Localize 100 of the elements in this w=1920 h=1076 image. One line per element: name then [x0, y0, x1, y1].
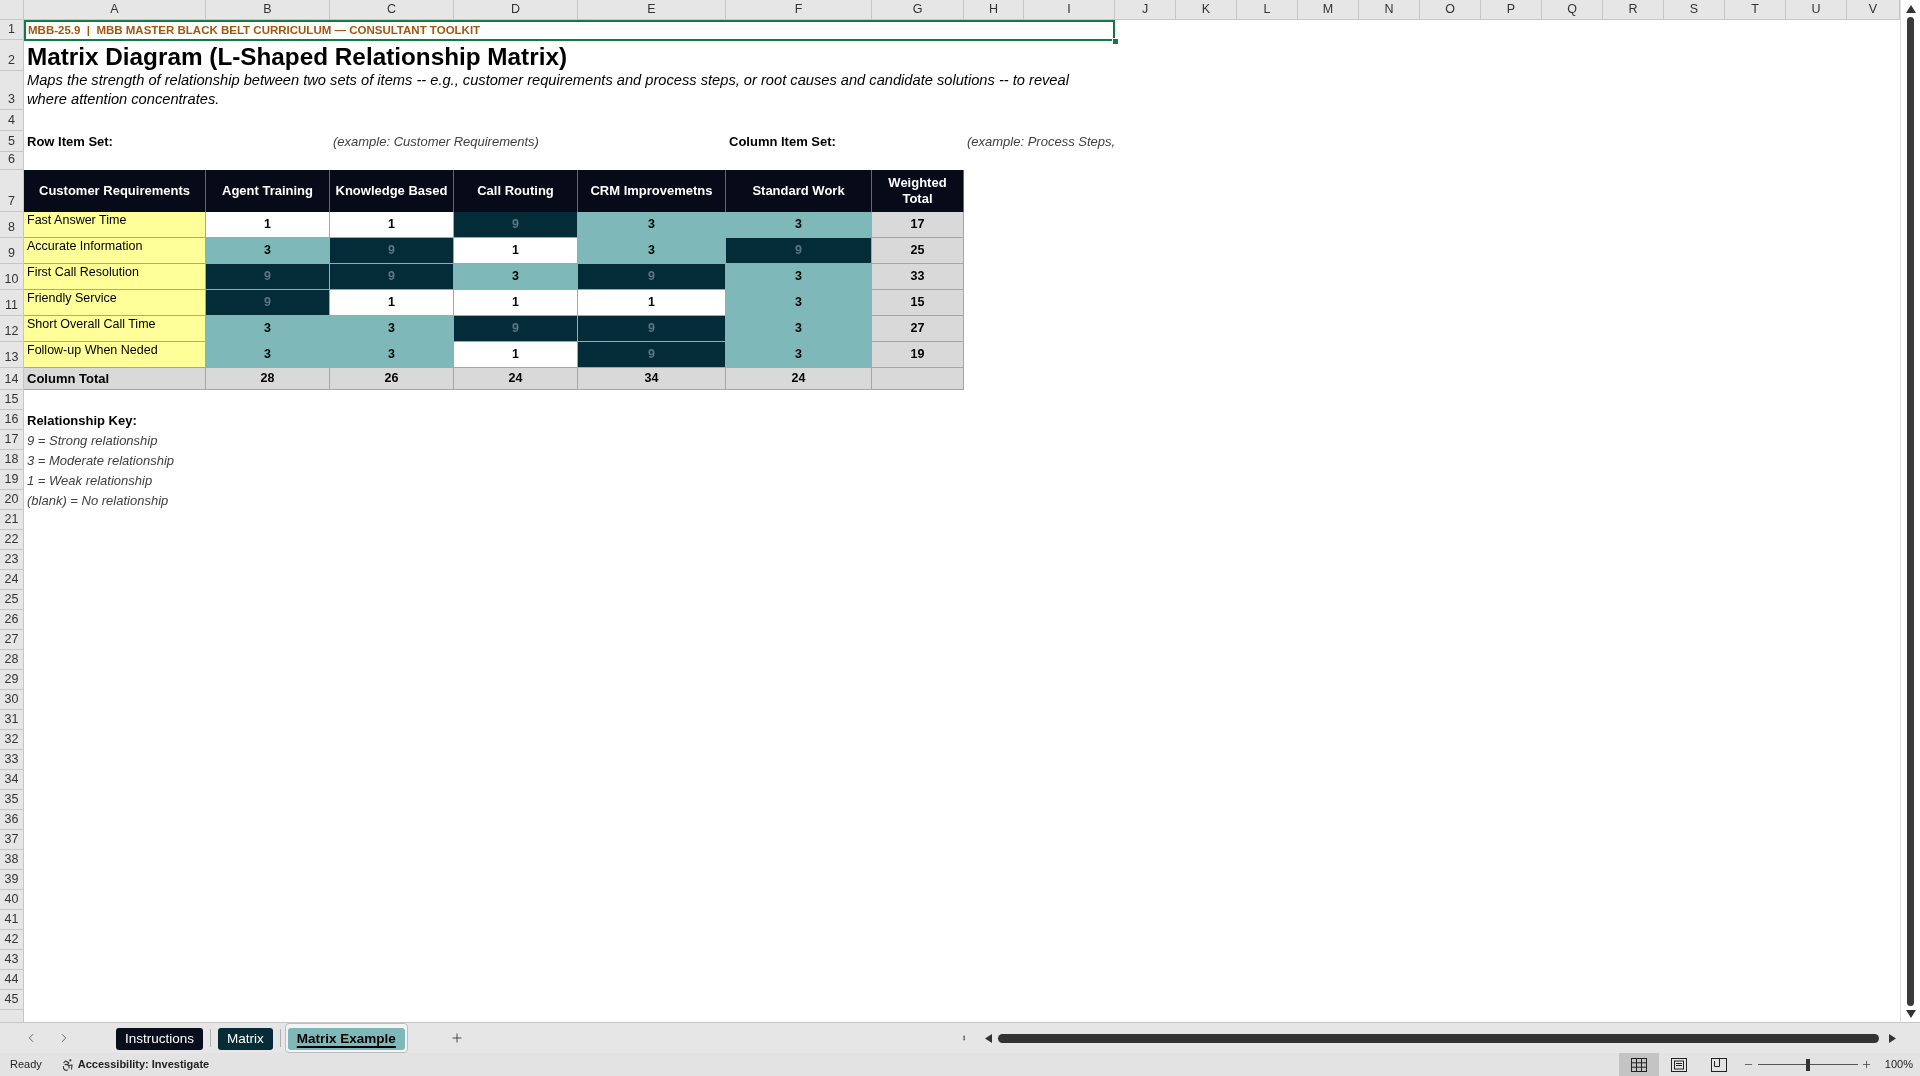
row-header[interactable]: 29 [0, 670, 24, 690]
row-header[interactable]: 16 [0, 410, 24, 430]
column-header[interactable]: E [578, 0, 726, 19]
column-header[interactable]: F [726, 0, 872, 19]
row-header[interactable]: 20 [0, 490, 24, 510]
column-header[interactable]: N [1359, 0, 1420, 19]
column-header[interactable]: U [1786, 0, 1847, 19]
table-cell: 1 [454, 290, 578, 316]
sheet-tab[interactable]: Instructions [116, 1028, 204, 1050]
column-header[interactable]: D [454, 0, 578, 19]
row-header[interactable]: 6 [0, 152, 24, 170]
plus-icon [449, 1031, 464, 1045]
column-header[interactable]: K [1176, 0, 1237, 19]
table-cell: 25 [872, 238, 964, 264]
column-header[interactable]: C [330, 0, 454, 19]
row-header[interactable]: 2 [0, 40, 24, 71]
row-header[interactable]: 11 [0, 290, 24, 316]
row-header[interactable]: 3 [0, 71, 24, 110]
row-header[interactable]: 31 [0, 710, 24, 730]
row-header[interactable]: 43 [0, 950, 24, 970]
row-header[interactable]: 41 [0, 910, 24, 930]
row-header[interactable]: 30 [0, 690, 24, 710]
table-cell: 3 [330, 342, 454, 368]
table-cell: 9 [578, 316, 726, 342]
row-header[interactable]: 27 [0, 630, 24, 650]
column-header[interactable]: G [872, 0, 964, 19]
column-header[interactable]: H [964, 0, 1024, 19]
row-header[interactable]: 45 [0, 990, 24, 1010]
column-heading: CRM Improvemetns [578, 170, 726, 212]
row-header[interactable]: 12 [0, 316, 24, 342]
table-cell: 3 [726, 342, 872, 368]
scroll-up-icon[interactable] [1905, 5, 1916, 13]
row-header[interactable]: 1 [0, 20, 24, 40]
row-header[interactable]: 36 [0, 810, 24, 830]
column-header[interactable]: I [1024, 0, 1115, 19]
zoom-slider[interactable] [1757, 1058, 1858, 1071]
row-header[interactable]: 40 [0, 890, 24, 910]
row-header[interactable]: 14 [0, 368, 24, 390]
view-button[interactable] [1618, 1053, 1659, 1076]
column-header[interactable]: S [1664, 0, 1725, 19]
scrollbar-thumb[interactable] [1907, 17, 1914, 1006]
column-header[interactable]: J [1115, 0, 1176, 19]
table-cell: 17 [872, 212, 964, 238]
row-header[interactable]: 7 [0, 170, 24, 212]
row-header[interactable]: 42 [0, 930, 24, 950]
row-header[interactable]: 21 [0, 510, 24, 530]
row-header[interactable]: 37 [0, 830, 24, 850]
scroll-down-icon[interactable] [1905, 1010, 1916, 1018]
row-header[interactable]: 33 [0, 750, 24, 770]
accessibility-status[interactable]: Accessibility: Investigate [77, 1056, 210, 1073]
row-header[interactable]: 32 [0, 730, 24, 750]
zoom-level[interactable]: 100% [1884, 1056, 1913, 1073]
column-header[interactable]: O [1420, 0, 1481, 19]
row-header[interactable]: 5 [0, 131, 24, 152]
column-heading: Knowledge Based [330, 170, 454, 212]
row-header[interactable]: 17 [0, 430, 24, 450]
row-header[interactable]: 8 [0, 212, 24, 238]
row-header[interactable]: 22 [0, 530, 24, 550]
row-heading: Column Total [24, 368, 206, 390]
fill-handle-icon[interactable] [1112, 38, 1119, 46]
column-heading: Call Routing [454, 170, 578, 212]
row-header[interactable]: 9 [0, 238, 24, 264]
table-cell: 3 [206, 238, 330, 264]
sheet-tab[interactable]: Matrix Example [287, 1028, 405, 1050]
scroll-right-icon[interactable] [1889, 1033, 1896, 1043]
row-header[interactable]: 18 [0, 450, 24, 470]
row-header[interactable]: 15 [0, 390, 24, 410]
slider-thumb[interactable] [1805, 1058, 1810, 1071]
column-header[interactable]: R [1603, 0, 1664, 19]
column-header[interactable]: P [1481, 0, 1542, 19]
column-header[interactable]: M [1298, 0, 1359, 19]
row-header[interactable]: 23 [0, 550, 24, 570]
row-header[interactable]: 13 [0, 342, 24, 368]
row-header[interactable]: 19 [0, 470, 24, 490]
item-set-label: Column Item Set: [729, 134, 836, 150]
table-cell: 3 [578, 238, 726, 264]
table-cell: 3 [726, 316, 872, 342]
column-header[interactable]: T [1725, 0, 1786, 19]
scrollbar-thumb[interactable] [998, 1033, 1879, 1043]
row-header[interactable]: 38 [0, 850, 24, 870]
column-header[interactable]: L [1237, 0, 1298, 19]
row-header[interactable]: 28 [0, 650, 24, 670]
row-header[interactable]: 25 [0, 590, 24, 610]
row-header[interactable]: 44 [0, 970, 24, 990]
column-header[interactable]: B [206, 0, 330, 19]
scroll-left-icon[interactable] [985, 1033, 992, 1043]
row-header[interactable]: 4 [0, 110, 24, 131]
column-header[interactable]: A [24, 0, 206, 19]
row-header[interactable]: 10 [0, 264, 24, 290]
row-header[interactable]: 39 [0, 870, 24, 890]
row-header[interactable]: 26 [0, 610, 24, 630]
page-break-icon [1710, 1057, 1727, 1072]
row-header[interactable]: 24 [0, 570, 24, 590]
column-header[interactable]: Q [1542, 0, 1603, 19]
sheet-tab[interactable]: Matrix [218, 1028, 273, 1050]
row-header[interactable]: 35 [0, 790, 24, 810]
accessibility-icon[interactable] [60, 1057, 75, 1072]
table-cell: 1 [330, 290, 454, 316]
table-cell: 24 [726, 368, 872, 390]
row-header[interactable]: 34 [0, 770, 24, 790]
